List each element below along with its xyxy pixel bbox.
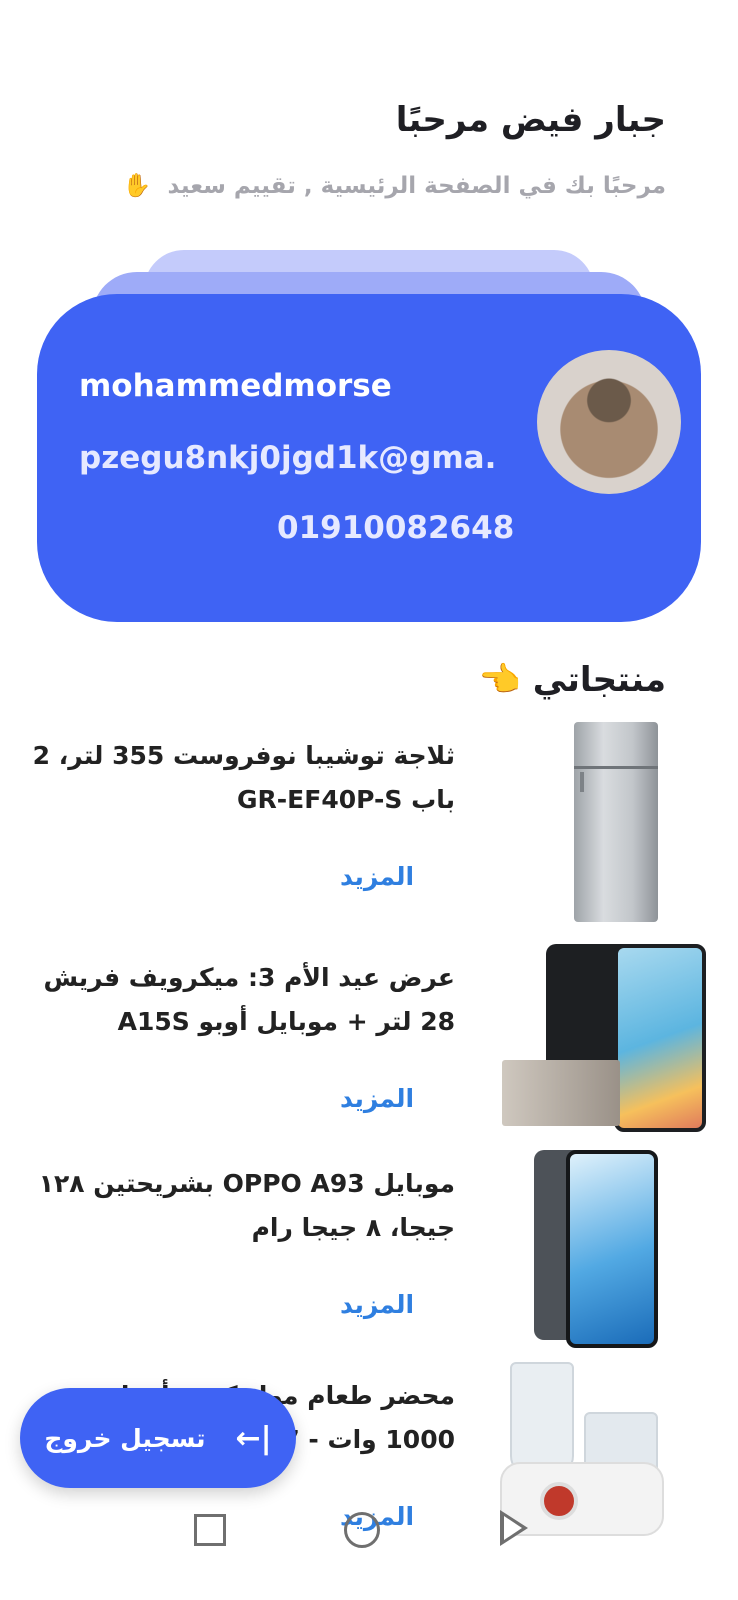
system-nav-bar — [0, 1500, 738, 1560]
product-name: عرض عيد الأم 3: ميكرويف فريش 28 لتر + مو… — [43, 963, 455, 1036]
profile-username: mohammedmorse — [79, 368, 392, 404]
pointing-hand-icon: 👈 — [478, 660, 521, 700]
product-item[interactable]: موبايل OPPO A93 بشريحتين ١٢٨ جيجا، ٨ جيج… — [30, 1150, 710, 1360]
more-button[interactable]: المزيد — [340, 1084, 414, 1113]
fridge-image — [500, 722, 710, 922]
products-title-text: منتجاتي — [532, 660, 666, 700]
back-icon[interactable] — [500, 1510, 528, 1546]
greeting-subtitle: مرحبًا بك في الصفحة الرئيسية , تقييم سعي… — [123, 172, 666, 199]
phone-microwave-image — [500, 944, 710, 1144]
more-button[interactable]: المزيد — [340, 862, 414, 891]
product-item[interactable]: ثلاجة توشيبا نوفروست 355 لتر، 2 باب GR-E… — [30, 722, 710, 932]
profile-phone: 01910082648 — [277, 510, 515, 546]
products-section-title: منتجاتي 👈 — [469, 660, 666, 700]
oppo-phone-image — [500, 1150, 710, 1350]
avatar[interactable] — [537, 350, 681, 494]
home-icon[interactable] — [344, 1512, 380, 1548]
logout-label: تسجيل خروج — [44, 1423, 206, 1453]
logout-button[interactable]: تسجيل خروج ←| — [20, 1388, 296, 1488]
logout-arrow-icon: ←| — [235, 1420, 272, 1456]
recent-apps-icon[interactable] — [194, 1514, 226, 1546]
subtitle-text: مرحبًا بك في الصفحة الرئيسية , تقييم سعي… — [167, 173, 666, 199]
product-name: ثلاجة توشيبا نوفروست 355 لتر، 2 باب GR-E… — [32, 741, 455, 814]
profile-card[interactable]: mohammedmorse pzegu8nkj0jgd1k@gma... 019… — [37, 294, 701, 622]
more-button[interactable]: المزيد — [340, 1290, 414, 1319]
raised-hand-icon: ✋ — [122, 173, 152, 199]
greeting-title: جبار فيض مرحبًا — [395, 100, 666, 140]
product-item[interactable]: عرض عيد الأم 3: ميكرويف فريش 28 لتر + مو… — [30, 944, 710, 1154]
profile-email: pzegu8nkj0jgd1k@gma... — [79, 440, 499, 476]
product-name: موبايل OPPO A93 بشريحتين ١٢٨ جيجا، ٨ جيج… — [38, 1169, 455, 1242]
